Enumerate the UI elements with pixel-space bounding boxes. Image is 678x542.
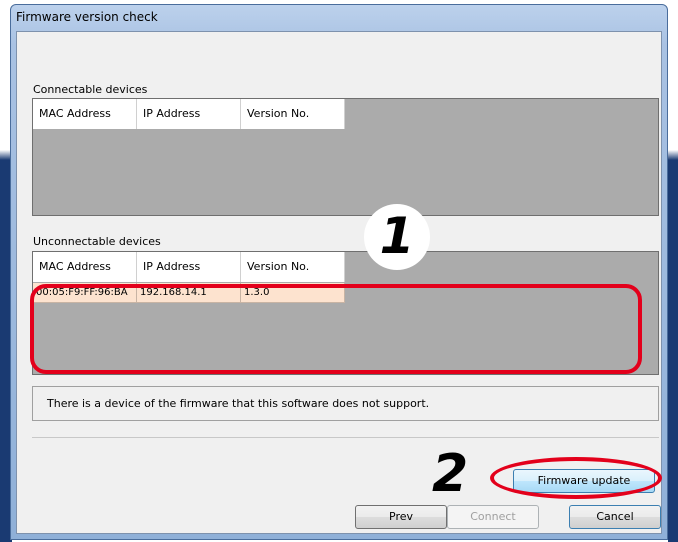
column-header-version[interactable]: Version No. xyxy=(241,252,345,282)
connectable-devices-grid[interactable]: MAC Address IP Address Version No. xyxy=(32,98,659,216)
column-header-mac[interactable]: MAC Address xyxy=(33,99,137,129)
highlight-firmware-update-button xyxy=(490,457,662,499)
connect-label: Connect xyxy=(470,510,516,523)
connectable-grid-header: MAC Address IP Address Version No. xyxy=(33,99,345,129)
step-marker-1: 1 xyxy=(364,204,430,270)
desktop-background-right xyxy=(668,0,678,542)
title-bar[interactable]: Firmware version check xyxy=(11,5,667,31)
cancel-button[interactable]: Cancel xyxy=(569,505,661,529)
unconnectable-grid-header: MAC Address IP Address Version No. xyxy=(33,252,345,282)
window-title: Firmware version check xyxy=(16,10,158,24)
column-header-ip[interactable]: IP Address xyxy=(137,252,241,282)
step-marker-2: 2 xyxy=(432,444,469,504)
status-message-box: There is a device of the firmware that t… xyxy=(32,386,659,421)
prev-label: Prev xyxy=(389,510,413,523)
prev-button[interactable]: Prev xyxy=(355,505,447,529)
separator xyxy=(32,437,659,438)
column-header-version[interactable]: Version No. xyxy=(241,99,345,129)
column-header-ip[interactable]: IP Address xyxy=(137,99,241,129)
connect-button[interactable]: Connect xyxy=(447,505,539,529)
cancel-label: Cancel xyxy=(596,510,634,523)
column-header-mac[interactable]: MAC Address xyxy=(33,252,137,282)
unconnectable-devices-label: Unconnectable devices xyxy=(33,235,161,248)
status-message: There is a device of the firmware that t… xyxy=(47,397,430,410)
highlight-unconnectable-row xyxy=(30,284,642,374)
connectable-devices-label: Connectable devices xyxy=(33,83,148,96)
step-number-1: 1 xyxy=(379,207,415,265)
